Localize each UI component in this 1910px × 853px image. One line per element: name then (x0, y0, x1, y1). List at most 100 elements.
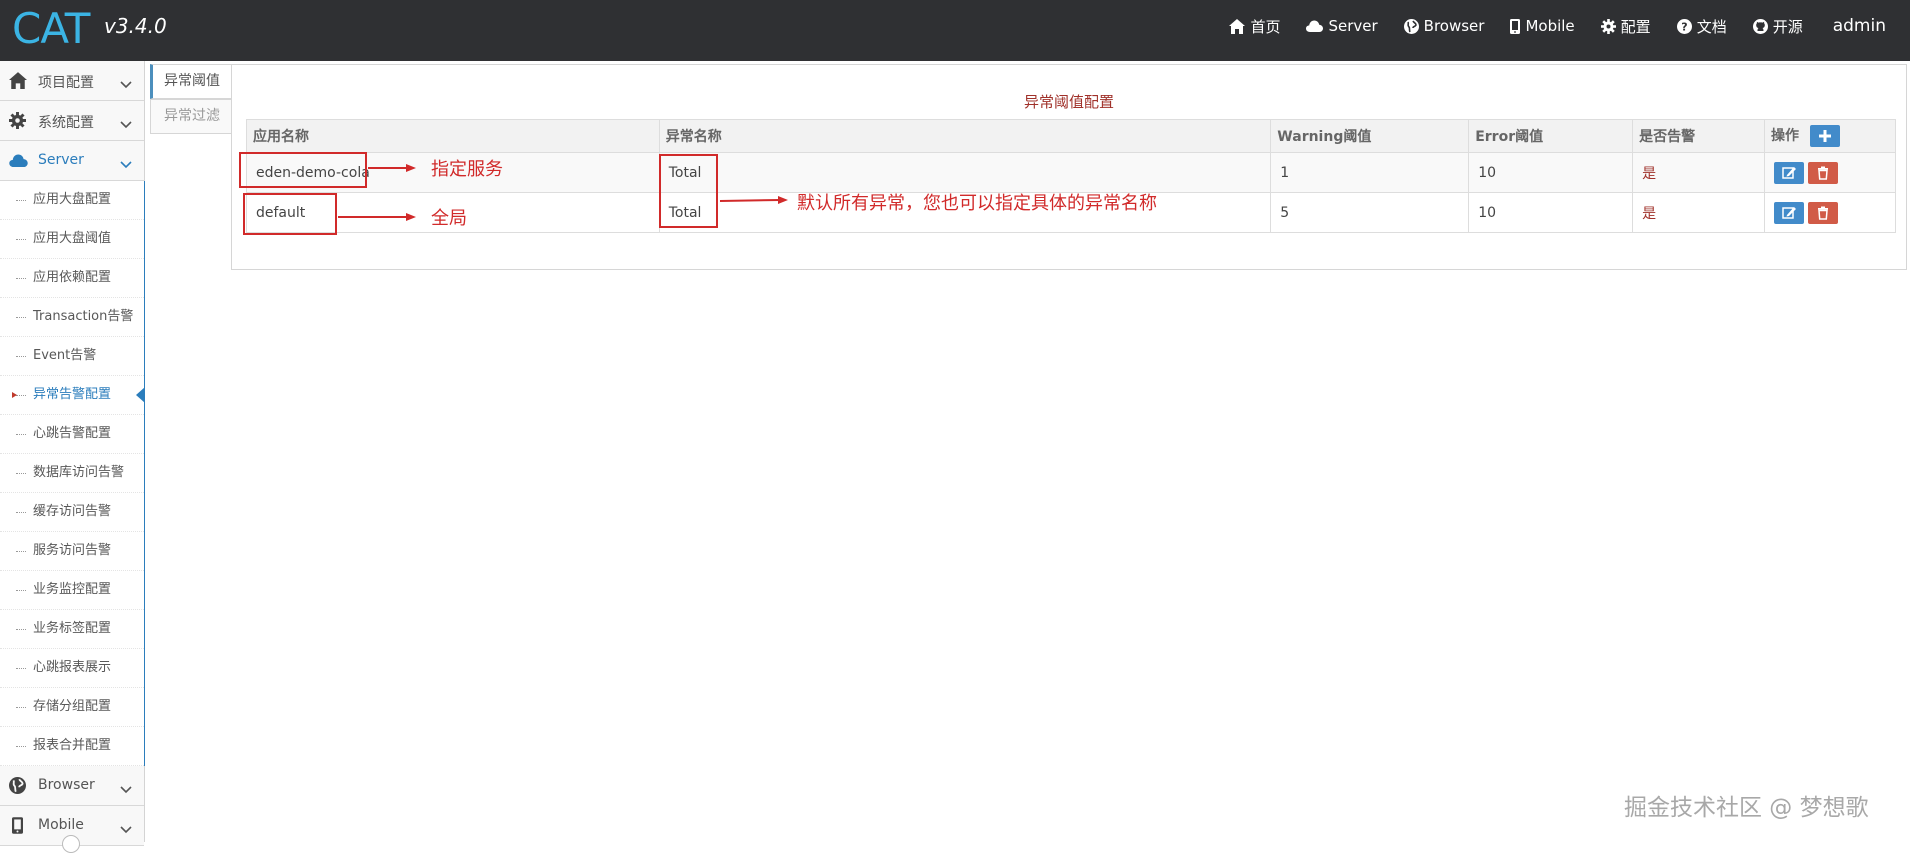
nav-home[interactable]: 首页 (1229, 16, 1280, 37)
sidebar-group-label: Server (38, 152, 84, 168)
chevron-down-icon (120, 819, 132, 838)
chevron-down-icon (120, 74, 132, 93)
sidebar-item-transaction-alert[interactable]: Transaction告警 (0, 298, 144, 337)
annotation-global: 全局 (431, 208, 467, 229)
cell-error-threshold: 10 (1468, 152, 1634, 193)
nav-home-label: 首页 (1250, 17, 1281, 36)
sidebar-item-app-dependency-config[interactable]: 应用依赖配置 (0, 259, 144, 298)
sidebar-item-heartbeat-report[interactable]: 心跳报表展示 (0, 649, 144, 688)
question-icon: ? (1676, 18, 1692, 34)
sidebar-item-database-access-alert[interactable]: 数据库访问告警 (0, 454, 144, 493)
sidebar-group-browser[interactable]: Browser (0, 766, 144, 806)
home-icon (9, 72, 27, 93)
tab-list: 异常阈值 异常过滤 (150, 64, 232, 134)
mobile-icon (1510, 18, 1521, 34)
column-header-app-name: 应用名称 (246, 119, 660, 153)
delete-button[interactable] (1808, 201, 1839, 224)
sidebar-item-storage-group-config[interactable]: 存储分组配置 (0, 688, 144, 727)
edit-button[interactable] (1774, 201, 1805, 224)
cell-warning-threshold: 1 (1270, 152, 1470, 193)
cell-error-threshold: 10 (1468, 192, 1634, 233)
cloud-icon (1306, 20, 1324, 32)
nav-config-label: 配置 (1620, 17, 1651, 36)
sidebar-item-service-access-alert[interactable]: 服务访问告警 (0, 532, 144, 571)
edit-icon (1782, 166, 1797, 179)
nav-server-label: Server (1328, 17, 1378, 35)
nav-mobile-label: Mobile (1525, 17, 1575, 35)
sidebar-group-label: 系统配置 (38, 115, 94, 131)
nav-docs-label: 文档 (1696, 17, 1727, 36)
column-header-exception-name: 异常名称 (658, 119, 1272, 153)
nav-menu: 首页 Server Browser Mobile 配置 ? 文档 开源 admi… (1203, 0, 1886, 52)
nav-browser[interactable]: Browser (1403, 17, 1485, 35)
page-title: 异常阈值配置 (1023, 93, 1114, 111)
annotation-box-exception-name (659, 154, 718, 228)
sidebar-item-event-alert[interactable]: Event告警 (0, 337, 144, 376)
sidebar-item-business-tag-config[interactable]: 业务标签配置 (0, 610, 144, 649)
cell-actions (1764, 192, 1896, 233)
sidebar-item-cache-access-alert[interactable]: 缓存访问告警 (0, 493, 144, 532)
cell-alarm: 是 (1632, 192, 1766, 233)
version-label: v3.4.0 (104, 14, 167, 38)
gear-icon (1600, 18, 1616, 34)
chevron-down-icon (120, 154, 132, 173)
cell-exception-name: Total (658, 152, 1272, 193)
server-submenu: 应用大盘配置 应用大盘阈值 应用依赖配置 Transaction告警 Event… (0, 181, 145, 766)
sidebar-group-label: Browser (38, 777, 95, 793)
nav-browser-label: Browser (1423, 17, 1485, 35)
globe-icon (9, 777, 26, 798)
sidebar-group-project-config[interactable]: 项目配置 (0, 61, 144, 101)
annotation-default-all: 默认所有异常，您也可以指定具体的异常名称 (797, 193, 1157, 214)
nav-docs[interactable]: ? 文档 (1676, 16, 1727, 37)
annotation-box-default (243, 193, 337, 235)
user-menu[interactable]: admin (1833, 16, 1886, 36)
chevron-down-icon (120, 114, 132, 133)
sidebar-item-business-monitor-config[interactable]: 业务监控配置 (0, 571, 144, 610)
nav-opensource-label: 开源 (1772, 17, 1803, 36)
sidebar-item-heartbeat-alert-config[interactable]: 心跳告警配置 (0, 415, 144, 454)
cell-alarm: 是 (1632, 152, 1766, 193)
top-navbar: CAT v3.4.0 首页 Server Browser Mobile 配置 ?… (0, 0, 1910, 61)
edit-button[interactable] (1774, 161, 1805, 184)
trash-icon (1818, 206, 1829, 220)
sidebar-collapse-toggle[interactable] (62, 835, 80, 853)
tab-exception-threshold[interactable]: 异常阈值 (150, 64, 232, 99)
sidebar-item-app-dashboard-config[interactable]: 应用大盘配置 (0, 181, 144, 220)
nav-opensource[interactable]: 开源 (1752, 16, 1803, 37)
chevron-down-icon (120, 779, 132, 798)
nav-config[interactable]: 配置 (1600, 16, 1651, 37)
watermark: 掘金技术社区 @ 梦想歌 (1624, 795, 1869, 821)
annotation-box-app-name (239, 152, 367, 188)
cell-actions (1764, 152, 1896, 193)
sidebar-item-app-dashboard-threshold[interactable]: 应用大盘阈值 (0, 220, 144, 259)
sidebar-group-server[interactable]: Server (0, 141, 144, 181)
sidebar: 项目配置 系统配置 Server 应用大盘配置 应用大盘阈值 应用依赖配置 Tr… (0, 61, 145, 853)
column-header-actions: 操作 (1764, 119, 1896, 153)
github-icon (1752, 18, 1768, 34)
sidebar-group-label: Mobile (38, 817, 84, 833)
trash-icon (1818, 166, 1829, 180)
globe-icon (1403, 18, 1419, 34)
sidebar-item-report-merge-config[interactable]: 报表合并配置 (0, 727, 144, 766)
annotation-specify-service: 指定服务 (431, 159, 503, 180)
column-header-alarm: 是否告警 (1632, 119, 1766, 153)
cell-warning-threshold: 5 (1270, 192, 1470, 233)
table-header-row: 应用名称 异常名称 Warning阈值 Error阈值 是否告警 操作 (246, 119, 1896, 153)
column-header-warning-threshold: Warning阈值 (1270, 119, 1470, 153)
sidebar-group-label: 项目配置 (38, 75, 94, 91)
delete-button[interactable] (1808, 161, 1839, 184)
svg-text:?: ? (1681, 20, 1687, 33)
active-marker-icon (12, 392, 17, 398)
cat-logo[interactable]: CAT (12, 3, 90, 53)
sidebar-item-exception-alert-config[interactable]: 异常告警配置 (0, 376, 145, 415)
actions-label: 操作 (1771, 128, 1800, 144)
nav-server[interactable]: Server (1306, 17, 1378, 35)
nav-mobile[interactable]: Mobile (1510, 17, 1575, 35)
tab-exception-filter[interactable]: 异常过滤 (150, 99, 232, 134)
add-rule-button[interactable] (1809, 125, 1840, 147)
sidebar-group-system-config[interactable]: 系统配置 (0, 101, 144, 141)
cloud-icon (9, 152, 28, 171)
mobile-icon (12, 817, 23, 838)
sidebar-item-label: 异常告警配置 (33, 387, 112, 402)
logo-text: CAT (12, 3, 90, 53)
